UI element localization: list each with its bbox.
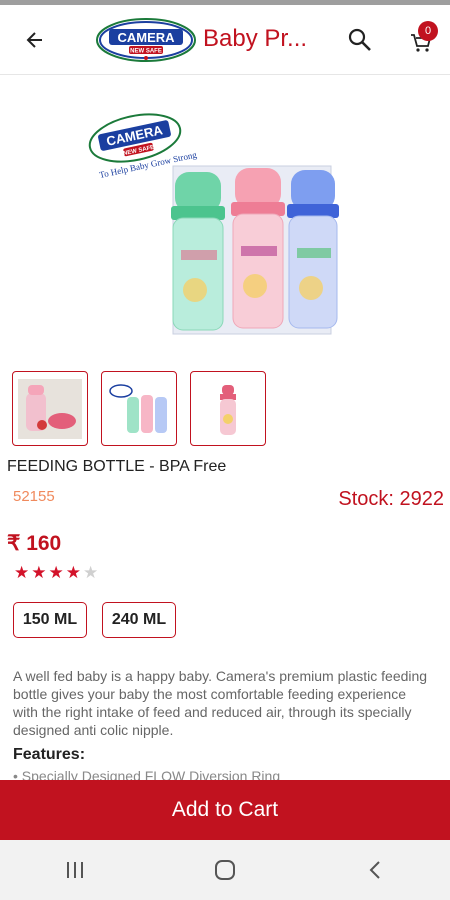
product-code: 52155 xyxy=(13,488,55,505)
variant-240ml-button[interactable]: 240 ML xyxy=(102,602,176,638)
thumbnail-image xyxy=(18,378,82,439)
recent-apps-button[interactable] xyxy=(45,850,105,890)
thumbnail-gallery xyxy=(12,371,266,446)
back-icon xyxy=(369,861,380,879)
star-filled-icon: ★ xyxy=(14,563,30,582)
rating-stars: ★ ★ ★ ★ ★ xyxy=(14,563,98,583)
thumbnail-image xyxy=(220,384,236,435)
app-bar: CAMERA NEW SAFE Baby Pr... 0 xyxy=(0,5,450,75)
variant-selector: 150 ML 240 ML xyxy=(13,602,176,638)
cart-count-badge: 0 xyxy=(418,21,438,41)
stock-count: Stock: 2922 xyxy=(338,488,444,510)
star-empty-icon: ★ xyxy=(83,563,99,582)
search-button[interactable] xyxy=(347,27,373,53)
page-title: Baby Pr... xyxy=(203,25,308,52)
home-icon xyxy=(215,860,235,880)
back-button[interactable] xyxy=(20,25,50,55)
back-arrow-icon xyxy=(26,32,42,48)
variant-150ml-button[interactable]: 150 ML xyxy=(13,602,87,638)
thumbnail-1[interactable] xyxy=(12,371,88,446)
features-heading: Features: xyxy=(13,746,86,763)
svg-text:CAMERA: CAMERA xyxy=(117,30,175,45)
bottle-green xyxy=(171,172,225,331)
brand-logo: CAMERA NEW SAFE xyxy=(96,18,196,62)
thumbnail-2[interactable] xyxy=(101,371,177,446)
bottle-blue xyxy=(287,170,339,329)
recent-apps-icon xyxy=(67,862,83,878)
product-description: A well fed baby is a happy baby. Camera'… xyxy=(13,668,428,738)
home-button[interactable] xyxy=(195,850,255,890)
system-nav-bar xyxy=(0,840,450,900)
add-to-cart-button[interactable]: Add to Cart xyxy=(0,780,450,840)
search-icon xyxy=(348,28,371,51)
thumbnail-3[interactable] xyxy=(190,371,266,446)
star-filled-icon: ★ xyxy=(31,563,47,582)
product-name: FEEDING BOTTLE - BPA Free xyxy=(7,458,227,475)
svg-text:NEW SAFE: NEW SAFE xyxy=(130,49,162,55)
nav-back-button[interactable] xyxy=(345,850,405,890)
product-main-image: CAMERA NEW SAFE To Help Baby Grow Strong xyxy=(88,113,339,335)
star-filled-icon: ★ xyxy=(48,563,64,582)
star-filled-icon: ★ xyxy=(65,563,81,582)
thumbnail-image xyxy=(109,383,167,433)
bottle-pink xyxy=(231,168,285,329)
product-price: ₹ 160 xyxy=(7,532,62,555)
